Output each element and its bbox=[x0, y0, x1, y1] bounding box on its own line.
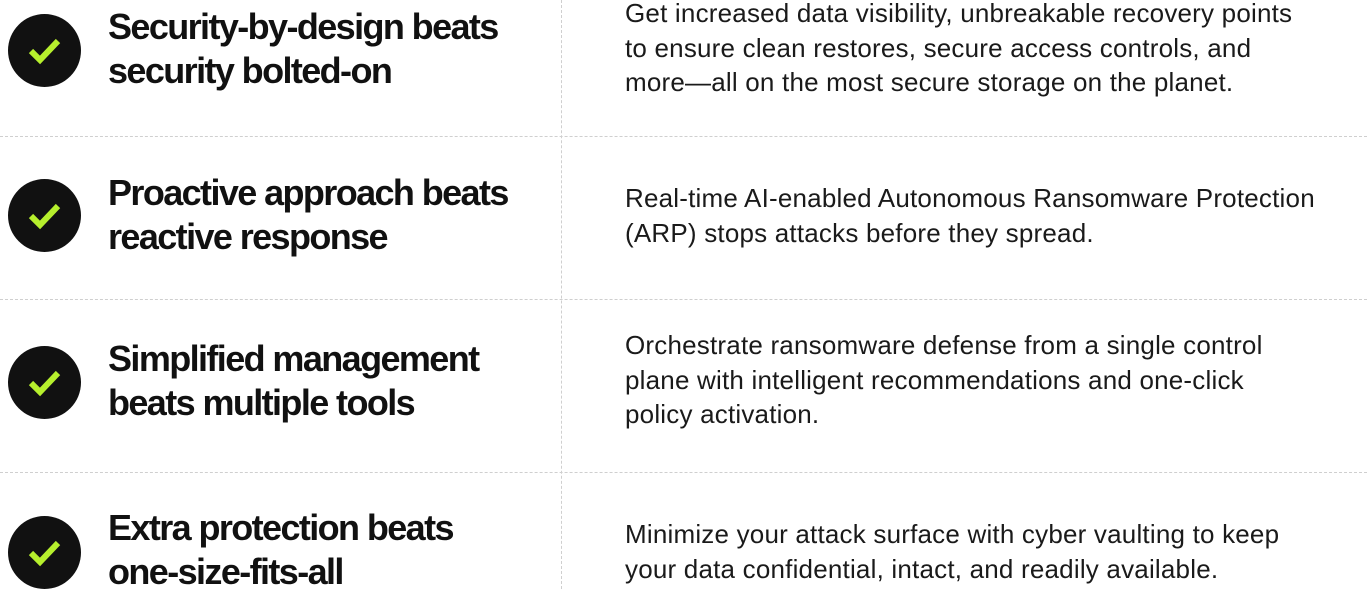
row-description: Real-time AI-enabled Autonomous Ransomwa… bbox=[625, 183, 1315, 248]
row-divider bbox=[0, 136, 1367, 137]
check-circle-icon bbox=[8, 179, 81, 252]
column-divider bbox=[561, 0, 562, 589]
row-description: Orchestrate ransomware defense from a si… bbox=[625, 330, 1263, 429]
row-title: Simplified management beats multiple too… bbox=[108, 338, 480, 423]
row-title: Security-by-design beats security bolted… bbox=[108, 6, 499, 91]
row-title: Proactive approach beats reactive respon… bbox=[108, 172, 509, 257]
check-circle-icon bbox=[8, 14, 81, 87]
check-circle-icon bbox=[8, 346, 81, 419]
row-title: Extra protection beats one-size-fits-all bbox=[108, 507, 455, 592]
row-description: Get increased data visibility, unbreakab… bbox=[625, 0, 1293, 97]
row-divider bbox=[0, 299, 1367, 300]
row-description: Minimize your attack surface with cyber … bbox=[625, 519, 1280, 584]
check-circle-icon bbox=[8, 516, 81, 589]
row-divider bbox=[0, 472, 1367, 473]
